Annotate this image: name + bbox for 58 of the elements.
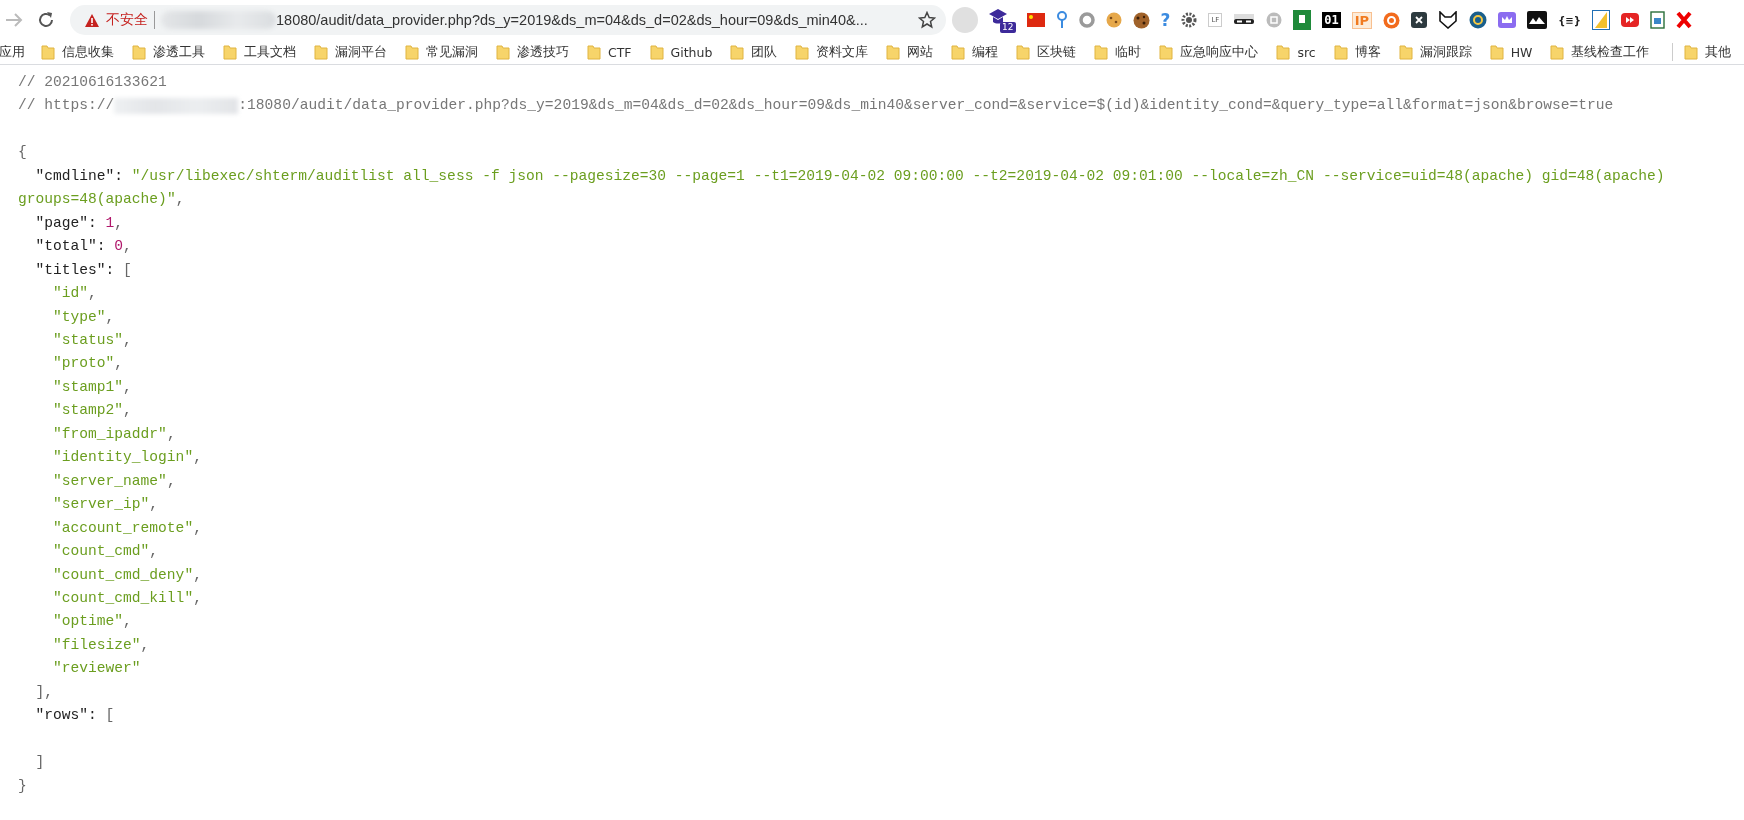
code-line: "count_cmd_deny",	[52, 565, 203, 585]
code-line: "id",	[52, 284, 98, 304]
bookmark-folder[interactable]: 网站	[883, 43, 937, 61]
bookmark-folder[interactable]: 漏洞平台	[311, 43, 390, 61]
braces-icon[interactable]: {≡}	[1558, 14, 1581, 26]
code-line: "titles": [	[34, 260, 133, 280]
bookmark-folder[interactable]: 常见漏洞	[402, 43, 481, 61]
bookmark-folder[interactable]: 编程	[948, 43, 1002, 61]
bookmark-folder[interactable]: 其他	[1681, 43, 1735, 61]
address-bar[interactable]: 不安全 18080/audit/data_provider.php?ds_y=2019&ds_m=04&ds_d=02&ds_hour=09&ds_min40&...	[70, 5, 946, 35]
code-line: "stamp2",	[52, 401, 133, 421]
code-line: "reviewer"	[52, 659, 142, 679]
bookmark-folder[interactable]: 区块链	[1013, 43, 1080, 61]
code-line: "total": 0,	[34, 237, 133, 257]
apps-link[interactable]: 应用	[0, 43, 28, 61]
code-line: "filesize",	[52, 635, 151, 655]
code-line: "status",	[52, 330, 133, 350]
code-line: "server_name",	[52, 471, 177, 491]
bookmark-folder[interactable]: 团队	[727, 43, 781, 61]
code-line: "type",	[52, 307, 116, 327]
bookmark-folder[interactable]: Github	[646, 44, 716, 60]
code-line: "proto",	[52, 354, 125, 374]
url-text: 18080/audit/data_provider.php?ds_y=2019&ds_m=04&ds_d=02&ds_hour=09&ds_min40&...	[276, 12, 868, 28]
bookmark-folder[interactable]: src	[1273, 44, 1319, 60]
code-line: "page": 1,	[34, 213, 125, 233]
bookmark-folder[interactable]: 基线检查工作	[1547, 43, 1653, 61]
code-line: "rows": [	[34, 706, 116, 726]
bookmark-folder[interactable]: HW	[1486, 44, 1536, 60]
bookmark-folder[interactable]: 漏洞跟踪	[1395, 43, 1475, 61]
bookmark-folder[interactable]: 资料文库	[792, 43, 872, 61]
code-line: "from_ipaddr",	[52, 424, 177, 444]
question-icon[interactable]: ?	[1160, 10, 1171, 30]
code-line: "cmdline": "/usr/libexec/shterm/auditlist all_sess -f json --pagesize=30 --page=1 --t1=2019-04-02 09:00:00 --t2=2019-04-02 09:01:00 --locale=zh_CN --service=uid=48(apache) gid=48(apache) groups=48(apache)",	[18, 166, 1666, 210]
bookmark-folder[interactable]: 工具文档	[220, 43, 299, 61]
bookmark-folder[interactable]: 渗透工具	[129, 43, 208, 61]
bookmark-folder[interactable]: 博客	[1330, 43, 1384, 61]
comment-text: // 20210616133621	[18, 73, 168, 92]
code-line: "server_ip",	[52, 495, 160, 515]
code-line: {	[18, 143, 28, 163]
bookmark-folder[interactable]: 渗透技巧	[493, 43, 572, 61]
security-label: 不安全	[106, 11, 148, 29]
code-line: "identity_login",	[52, 448, 203, 468]
comment-text: :18080/audit/data_provider.php?ds_y=2019&ds_m=04&ds_d=02&ds_hour=09&ds_min40&server_cond=&service=$(id)&identity_cond=&query_type=all&format=json&browse=true	[238, 96, 1614, 116]
binary-icon[interactable]: 01	[1322, 12, 1341, 28]
count-badge: 12	[1000, 22, 1016, 33]
code-line: ],	[34, 682, 55, 702]
comment-text: // https://	[18, 96, 115, 116]
bookmark-folder[interactable]: CTF	[584, 44, 635, 60]
code-line: "account_remote",	[52, 518, 203, 538]
bookmark-folder[interactable]: 临时	[1091, 43, 1145, 61]
bookmark-folder[interactable]: 信息收集	[38, 43, 117, 61]
code-line: }	[18, 776, 28, 796]
code-line: "count_cmd_kill",	[52, 588, 203, 608]
code-line: "stamp1",	[52, 377, 133, 397]
bookmark-folder[interactable]: 应急响应中心	[1156, 43, 1262, 61]
code-line: ]	[34, 753, 46, 773]
code-line: "optime",	[52, 612, 133, 632]
code-line: "count_cmd",	[52, 542, 160, 562]
